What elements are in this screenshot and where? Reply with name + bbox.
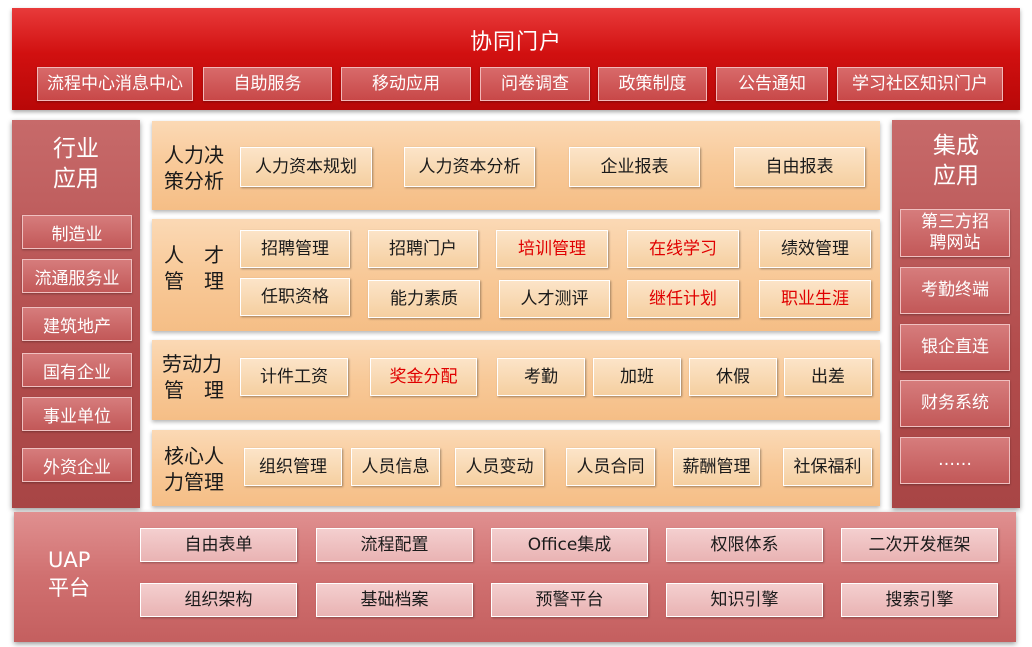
integration-item-finance-system[interactable]: 财务系统 xyxy=(900,380,1010,427)
module-attendance[interactable]: 考勤 xyxy=(497,358,585,396)
integration-title-line2: 应用 xyxy=(933,163,979,189)
portal-title: 协同门户 xyxy=(469,30,562,55)
module-hr-capital-analysis[interactable]: 人力资本分析 xyxy=(404,147,535,187)
module-personnel-change[interactable]: 人员变动 xyxy=(455,448,544,486)
uap-item-knowledge-engine[interactable]: 知识引擎 xyxy=(666,583,823,617)
uap-label-line2: 平台 xyxy=(48,576,90,600)
uap-label-line1: UAP xyxy=(48,548,91,572)
uap-item-alert-platform[interactable]: 预警平台 xyxy=(491,583,648,617)
row-talent-label-d: 理 xyxy=(204,269,224,293)
industry-item-distribution[interactable]: 流通服务业 xyxy=(22,259,132,293)
portal-item-policy[interactable]: 政策制度 xyxy=(598,67,707,101)
row-talent-management: 人 才 管 理 招聘管理 招聘门户 培训管理 在线学习 绩效管理 任职资格 能力… xyxy=(152,219,880,331)
row-labor-label-line1: 劳动力 xyxy=(162,352,222,376)
uap-item-dev-framework[interactable]: 二次开发框架 xyxy=(841,528,998,562)
industry-title-line1: 行业 xyxy=(53,136,99,162)
integration-item-attendance-terminal[interactable]: 考勤终端 xyxy=(900,267,1010,314)
row-core-hr-management: 核心人 力管理 组织管理 人员信息 人员变动 人员合同 薪酬管理 社保福利 xyxy=(152,430,880,506)
module-enterprise-reports[interactable]: 企业报表 xyxy=(569,147,700,187)
row-decision-label-line2: 策分析 xyxy=(164,169,224,193)
industry-applications-panel: 行业 应用 制造业 流通服务业 建筑地产 国有企业 事业单位 外资企业 xyxy=(12,120,140,508)
uap-platform-bar: UAP 平台 自由表单 流程配置 Office集成 权限体系 二次开发框架 组织… xyxy=(14,512,1016,642)
uap-item-workflow-config[interactable]: 流程配置 xyxy=(316,528,473,562)
uap-item-org-structure[interactable]: 组织架构 xyxy=(140,583,297,617)
module-competency[interactable]: 能力素质 xyxy=(368,280,480,318)
integration-item-bank-enterprise[interactable]: 银企直连 xyxy=(900,324,1010,371)
module-recruitment-portal[interactable]: 招聘门户 xyxy=(368,230,478,268)
row-hr-decision-analysis: 人力决 策分析 人力资本规划 人力资本分析 企业报表 自由报表 xyxy=(152,121,880,210)
portal-item-mobile-app[interactable]: 移动应用 xyxy=(341,67,471,101)
integration-item-recruiting-line2: 聘网站 xyxy=(929,233,981,253)
module-business-trip[interactable]: 出差 xyxy=(784,358,872,396)
row-talent-label-b: 才 xyxy=(204,243,224,267)
module-compensation-management[interactable]: 薪酬管理 xyxy=(673,448,760,486)
row-workforce-management: 劳动力 管 理 计件工资 奖金分配 考勤 加班 休假 出差 xyxy=(152,340,880,420)
collaboration-portal-bar: 协同门户 流程中心消息中心 自助服务 移动应用 问卷调查 政策制度 公告通知 学… xyxy=(12,8,1020,110)
integration-item-recruiting-line1: 第三方招 xyxy=(921,212,989,232)
module-employment-contract[interactable]: 人员合同 xyxy=(566,448,655,486)
uap-label: UAP 平台 xyxy=(48,546,90,602)
module-hr-capital-planning[interactable]: 人力资本规划 xyxy=(240,147,372,187)
industry-item-state-owned[interactable]: 国有企业 xyxy=(22,353,132,387)
integration-item-recruiting-sites[interactable]: 第三方招 聘网站 xyxy=(900,209,1010,257)
row-core-label-line1: 核心人 xyxy=(164,444,224,468)
row-labor-label-b: 理 xyxy=(204,378,224,402)
portal-item-process-message[interactable]: 流程中心消息中心 xyxy=(37,67,193,101)
module-personnel-info[interactable]: 人员信息 xyxy=(351,448,440,486)
module-recruitment-management[interactable]: 招聘管理 xyxy=(240,230,350,268)
industry-item-construction[interactable]: 建筑地产 xyxy=(22,307,132,341)
module-custom-reports[interactable]: 自由报表 xyxy=(734,147,865,187)
portal-item-learning-community[interactable]: 学习社区知识门户 xyxy=(837,67,1003,101)
module-succession-planning[interactable]: 继任计划 xyxy=(627,280,739,318)
module-training-management[interactable]: 培训管理 xyxy=(496,230,608,268)
module-organization-management[interactable]: 组织管理 xyxy=(244,448,342,486)
module-overtime[interactable]: 加班 xyxy=(593,358,681,396)
uap-item-base-records[interactable]: 基础档案 xyxy=(316,583,473,617)
row-core-label-line2: 力管理 xyxy=(164,470,224,494)
uap-item-permission-system[interactable]: 权限体系 xyxy=(666,528,823,562)
module-talent-assessment[interactable]: 人才测评 xyxy=(499,280,610,318)
module-career-development[interactable]: 职业生涯 xyxy=(759,280,871,318)
row-labor-label-a: 管 xyxy=(164,378,184,402)
module-job-qualification[interactable]: 任职资格 xyxy=(240,278,350,316)
module-social-welfare[interactable]: 社保福利 xyxy=(783,448,872,486)
uap-item-search-engine[interactable]: 搜索引擎 xyxy=(841,583,998,617)
row-talent-label-c: 管 xyxy=(164,269,184,293)
uap-item-office-integration[interactable]: Office集成 xyxy=(491,528,648,562)
industry-title-line2: 应用 xyxy=(53,166,99,192)
uap-item-custom-forms[interactable]: 自由表单 xyxy=(140,528,297,562)
integration-title-line1: 集成 xyxy=(933,133,979,159)
module-leave[interactable]: 休假 xyxy=(689,358,777,396)
module-bonus-allocation[interactable]: 奖金分配 xyxy=(370,358,477,396)
portal-item-announcement[interactable]: 公告通知 xyxy=(716,67,828,101)
row-talent-label-a: 人 xyxy=(164,243,184,267)
industry-item-manufacturing[interactable]: 制造业 xyxy=(22,215,132,249)
integration-applications-panel: 集成 应用 第三方招 聘网站 考勤终端 银企直连 财务系统 …… xyxy=(892,120,1020,508)
integration-item-more[interactable]: …… xyxy=(900,437,1010,484)
portal-item-self-service[interactable]: 自助服务 xyxy=(203,67,332,101)
row-decision-label-line1: 人力决 xyxy=(164,143,224,167)
industry-item-foreign-enterprise[interactable]: 外资企业 xyxy=(22,448,132,482)
portal-item-survey[interactable]: 问卷调查 xyxy=(480,67,590,101)
module-performance-management[interactable]: 绩效管理 xyxy=(759,230,871,268)
module-piece-rate-wage[interactable]: 计件工资 xyxy=(240,358,348,396)
industry-item-public-institution[interactable]: 事业单位 xyxy=(22,397,132,431)
module-online-learning[interactable]: 在线学习 xyxy=(627,230,739,268)
